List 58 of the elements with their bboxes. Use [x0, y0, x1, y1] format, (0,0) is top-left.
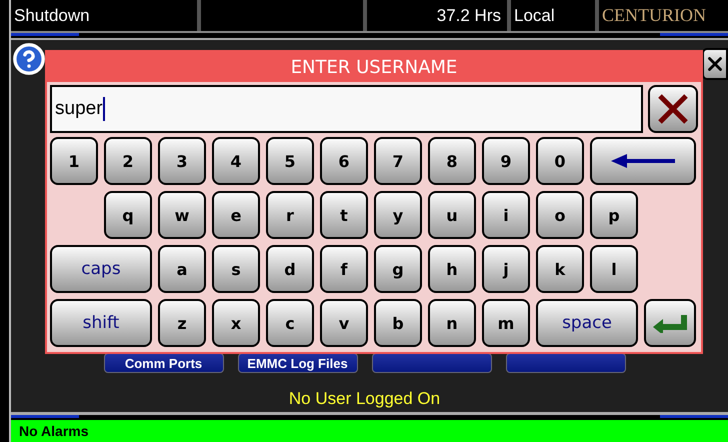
key-button[interactable]: 4 [212, 137, 260, 185]
key-button[interactable]: c [266, 299, 314, 347]
login-status: No User Logged On [288, 389, 440, 409]
key-button[interactable]: 3 [158, 137, 206, 185]
key-button[interactable]: u [428, 191, 476, 239]
key-button[interactable]: 9 [482, 137, 530, 185]
key-button[interactable]: 2 [104, 137, 152, 185]
clear-button[interactable] [648, 85, 698, 133]
key-button[interactable]: e [212, 191, 260, 239]
key-button[interactable]: h [428, 245, 476, 293]
key-button[interactable]: k [536, 245, 584, 293]
key-button[interactable]: r [266, 191, 314, 239]
backspace-button[interactable] [590, 137, 696, 185]
alarm-bar: No Alarms [11, 420, 728, 442]
enter-icon [653, 313, 687, 333]
key-button[interactable]: s [212, 245, 260, 293]
key-button[interactable]: space [536, 299, 638, 347]
key-button[interactable]: shift [50, 299, 152, 347]
key-button[interactable]: v [320, 299, 368, 347]
key-button[interactable]: caps [50, 245, 152, 293]
key-button[interactable]: b [374, 299, 422, 347]
key-button[interactable]: n [428, 299, 476, 347]
menu-button[interactable] [506, 353, 626, 373]
key-button[interactable]: 0 [536, 137, 584, 185]
key-button[interactable]: 6 [320, 137, 368, 185]
key-button[interactable]: 7 [374, 137, 422, 185]
key-button[interactable]: j [482, 245, 530, 293]
key-button[interactable]: g [374, 245, 422, 293]
key-button[interactable]: f [320, 245, 368, 293]
key-button[interactable]: p [590, 191, 638, 239]
left-arrow-icon [611, 154, 675, 168]
menu-button[interactable] [372, 353, 492, 373]
key-button[interactable]: m [482, 299, 530, 347]
key-button[interactable]: 1 [50, 137, 98, 185]
key-button[interactable]: i [482, 191, 530, 239]
help-icon[interactable] [12, 42, 46, 76]
enter-button[interactable] [644, 299, 696, 347]
close-button[interactable] [702, 48, 728, 80]
key-button[interactable]: l [590, 245, 638, 293]
key-button[interactable]: y [374, 191, 422, 239]
status-cell: 37.2 Hrs [367, 0, 511, 31]
key-button[interactable]: x [212, 299, 260, 347]
key-button[interactable]: w [158, 191, 206, 239]
key-button[interactable]: q [104, 191, 152, 239]
key-button[interactable]: 8 [428, 137, 476, 185]
key-button[interactable]: d [266, 245, 314, 293]
key-button[interactable]: z [158, 299, 206, 347]
menu-button[interactable]: EMMC Log Files [238, 353, 358, 373]
key-button[interactable]: o [536, 191, 584, 239]
key-button[interactable]: a [158, 245, 206, 293]
menu-button[interactable]: Comm Ports [104, 353, 224, 373]
username-field[interactable]: super [50, 85, 643, 133]
clear-icon [657, 93, 689, 125]
logo-text: CENTURION [601, 4, 707, 27]
key-button[interactable]: t [320, 191, 368, 239]
key-button[interactable]: 5 [266, 137, 314, 185]
dialog-title: ENTER USERNAME [47, 52, 701, 82]
status-cell: Local [511, 0, 599, 31]
